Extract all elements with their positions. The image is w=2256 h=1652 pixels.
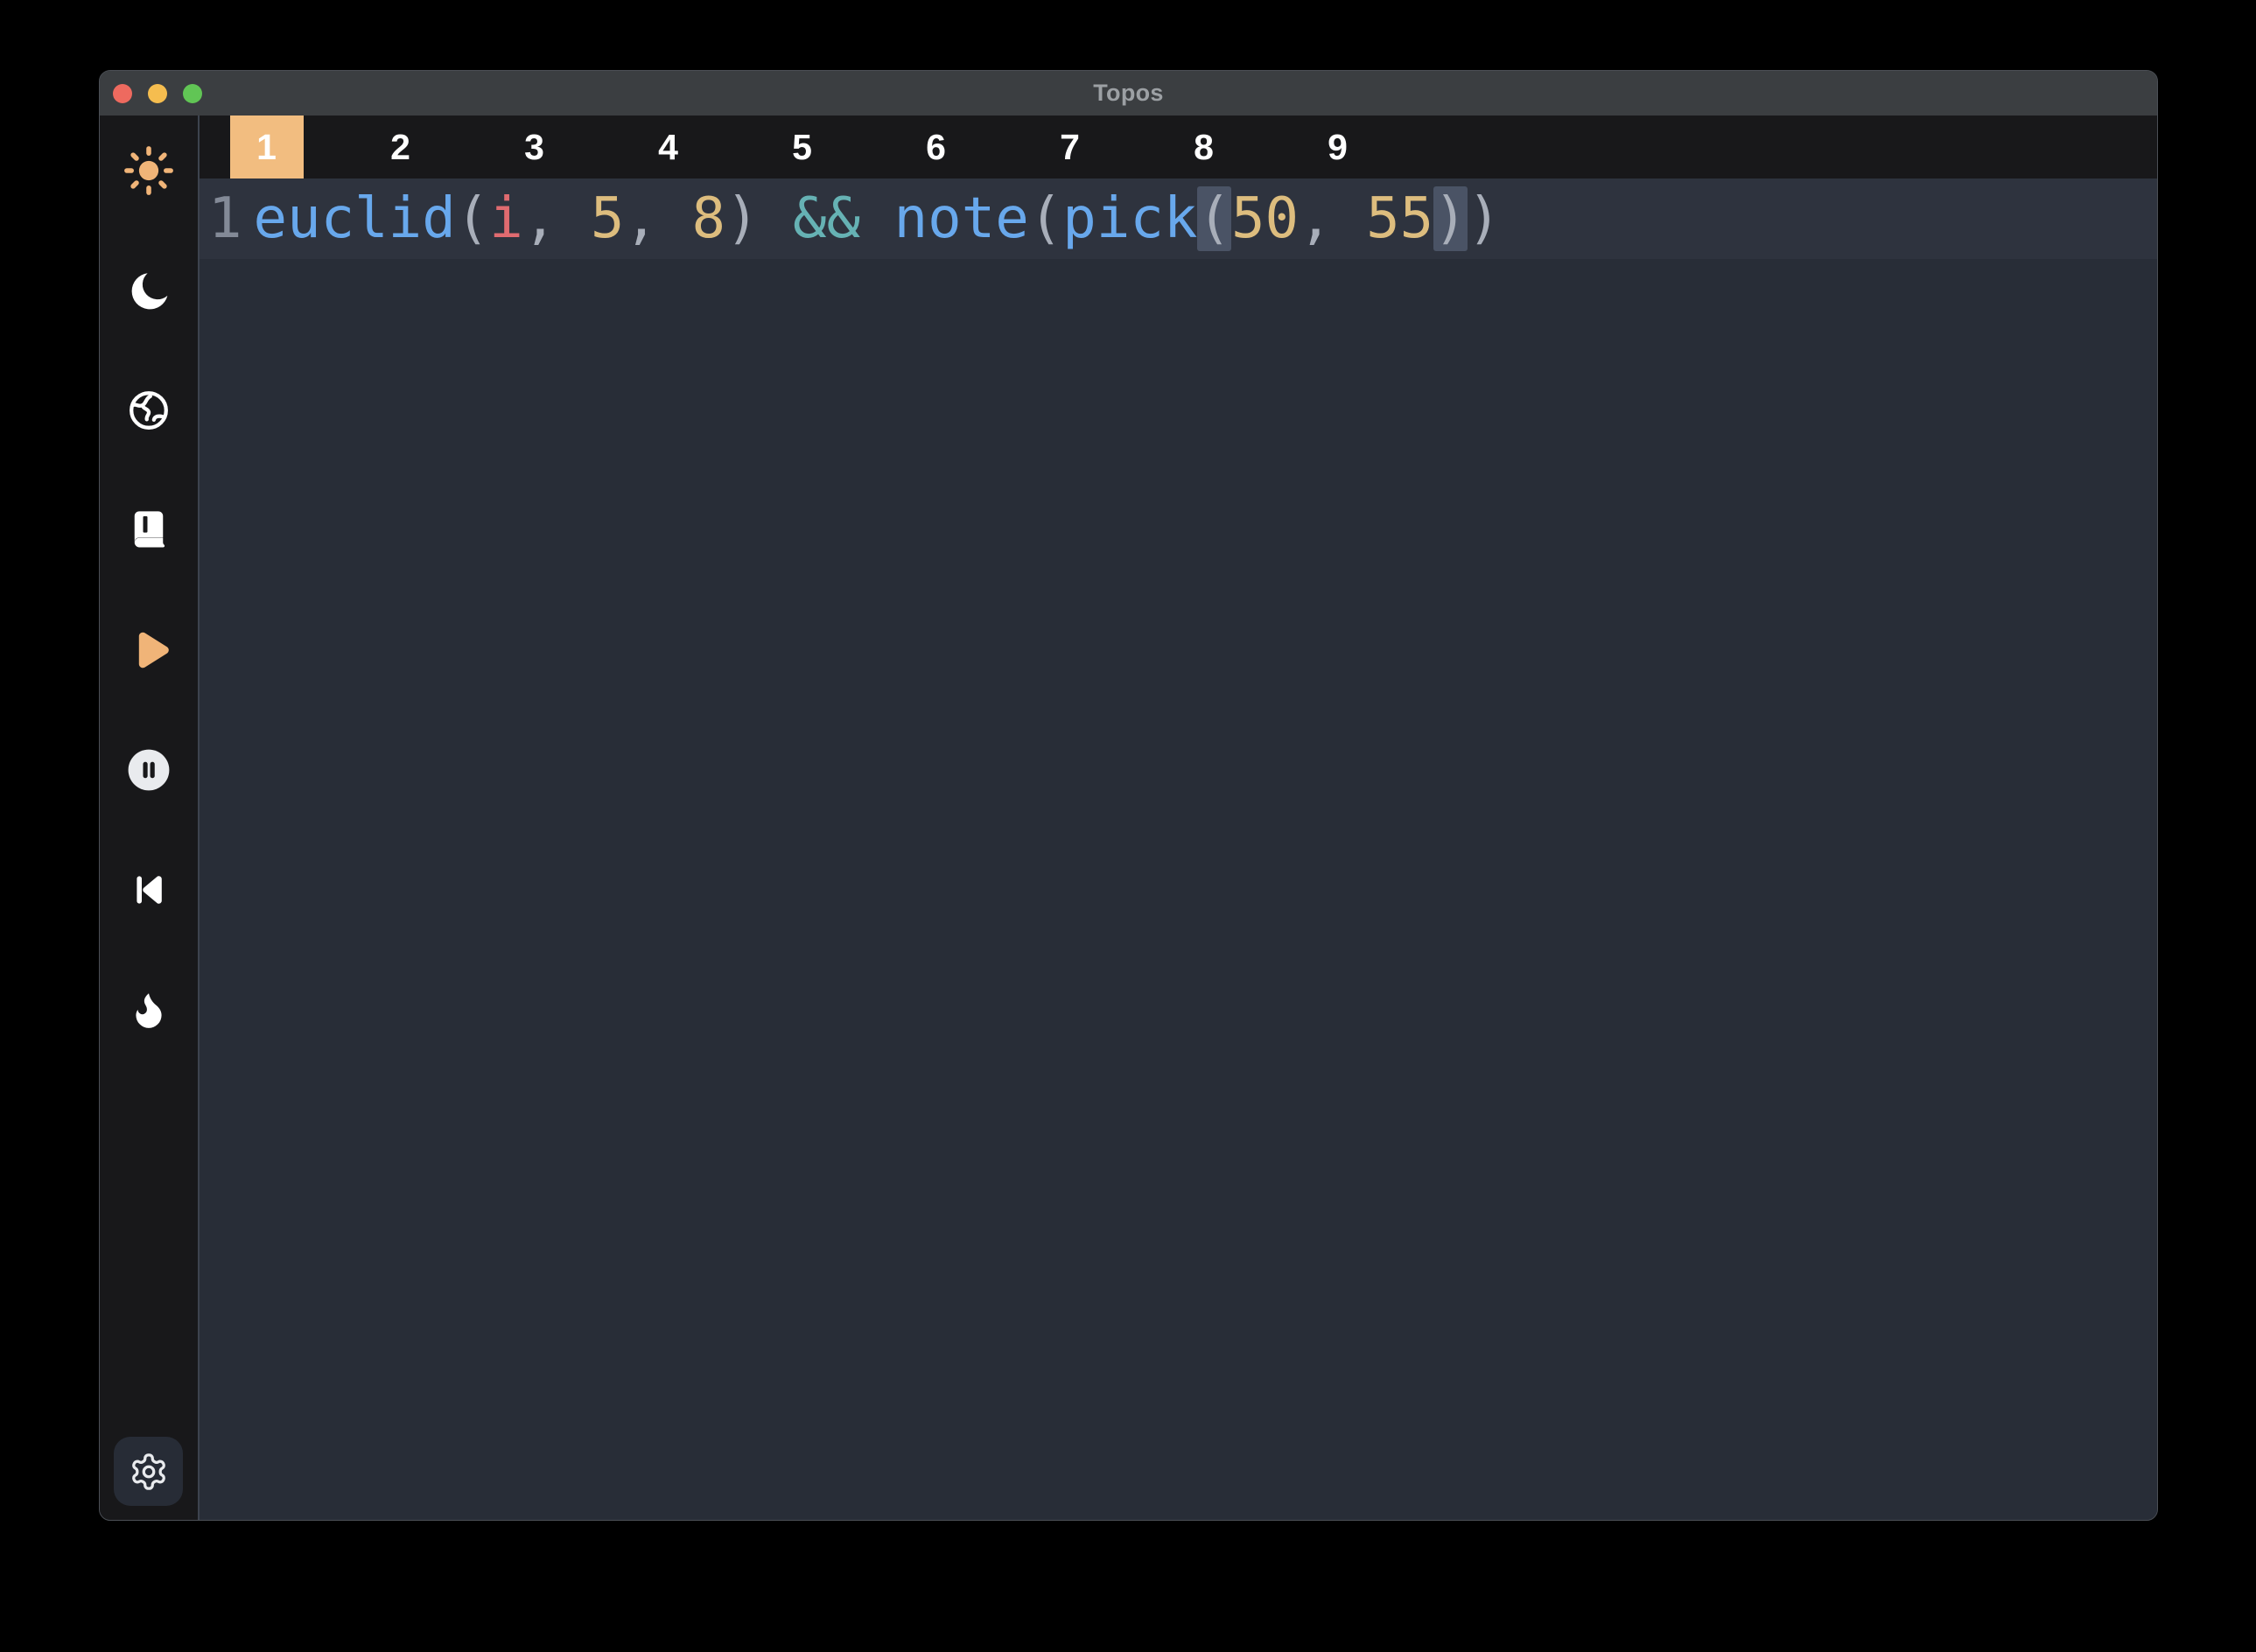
code-token: &&	[793, 186, 860, 251]
tab-label: 9	[1328, 116, 1348, 178]
code-token: ,	[523, 186, 591, 251]
tab-label: 3	[524, 116, 544, 178]
tab-5[interactable]: 5	[735, 116, 869, 178]
code-token: )	[1433, 186, 1468, 251]
code-token: (	[1197, 186, 1231, 251]
play-button[interactable]	[123, 625, 174, 676]
code-token: pick	[1062, 186, 1197, 251]
skip-back-button[interactable]	[123, 864, 174, 915]
code-token: (	[1029, 186, 1063, 251]
desktop-background: Topos	[0, 0, 2256, 1652]
theme-light-button[interactable]	[123, 145, 174, 196]
skip-back-icon	[128, 869, 170, 911]
code-token: euclid	[254, 186, 456, 251]
window-body: 123456789 1 euclid(i, 5, 8) && note(pick…	[100, 116, 2157, 1520]
minimize-button[interactable]	[148, 84, 167, 103]
line-number: 1	[200, 186, 242, 251]
tab-label: 7	[1060, 116, 1080, 178]
flame-button[interactable]	[123, 984, 174, 1035]
active-code-line[interactable]: 1 euclid(i, 5, 8) && note(pick(50, 55))	[200, 178, 2157, 259]
code-token: )	[1468, 186, 1502, 251]
code-editor[interactable]: 1 euclid(i, 5, 8) && note(pick(50, 55))	[200, 178, 2157, 1520]
scene-tabbar: 1 2 3 4 5 6 7 8 9	[200, 116, 2157, 178]
zoom-button[interactable]	[183, 84, 202, 103]
code-token: )	[725, 186, 760, 251]
moon-icon	[125, 267, 172, 314]
tab-label: 8	[1194, 116, 1214, 178]
code-content: euclid(i, 5, 8) && note(pick(50, 55))	[254, 186, 1502, 251]
code-token	[860, 186, 894, 251]
docs-button[interactable]	[123, 505, 174, 556]
tab-label: 2	[390, 116, 410, 178]
globe-button[interactable]	[123, 385, 174, 436]
gear-icon	[129, 1452, 169, 1492]
close-button[interactable]	[113, 84, 132, 103]
pause-button[interactable]	[123, 745, 174, 795]
code-token: 8	[691, 186, 725, 251]
code-token: i	[489, 186, 523, 251]
play-icon	[124, 626, 173, 675]
code-token: 55	[1366, 186, 1433, 251]
titlebar[interactable]: Topos	[100, 71, 2157, 116]
tab-4[interactable]: 4	[601, 116, 735, 178]
tab-1[interactable]: 1	[200, 116, 333, 178]
tab-7[interactable]: 7	[1003, 116, 1137, 178]
traffic-lights	[113, 71, 202, 116]
book-icon	[126, 508, 172, 553]
topos-window: Topos	[99, 70, 2158, 1521]
code-token	[760, 186, 794, 251]
code-token: ,	[624, 186, 691, 251]
tab-2[interactable]: 2	[333, 116, 467, 178]
tab-3[interactable]: 3	[467, 116, 601, 178]
globe-icon	[125, 387, 172, 434]
sidebar	[100, 116, 198, 1520]
code-token: 5	[591, 186, 625, 251]
code-token: ,	[1299, 186, 1366, 251]
pause-circle-icon	[125, 746, 172, 794]
tab-label: 4	[658, 116, 678, 178]
settings-button[interactable]	[114, 1437, 183, 1506]
tab-8[interactable]: 8	[1137, 116, 1271, 178]
window-title: Topos	[1093, 80, 1163, 107]
code-token: (	[456, 186, 490, 251]
tab-label: 1	[230, 116, 304, 178]
flame-icon	[127, 988, 171, 1032]
tab-label: 5	[792, 116, 812, 178]
tab-9[interactable]: 9	[1271, 116, 1405, 178]
code-token: note	[894, 186, 1029, 251]
theme-dark-button[interactable]	[123, 265, 174, 316]
tab-label: 6	[926, 116, 946, 178]
sun-icon	[123, 145, 174, 196]
tab-6[interactable]: 6	[869, 116, 1003, 178]
code-token: 50	[1231, 186, 1299, 251]
editor-panel: 123456789 1 euclid(i, 5, 8) && note(pick…	[198, 116, 2157, 1520]
